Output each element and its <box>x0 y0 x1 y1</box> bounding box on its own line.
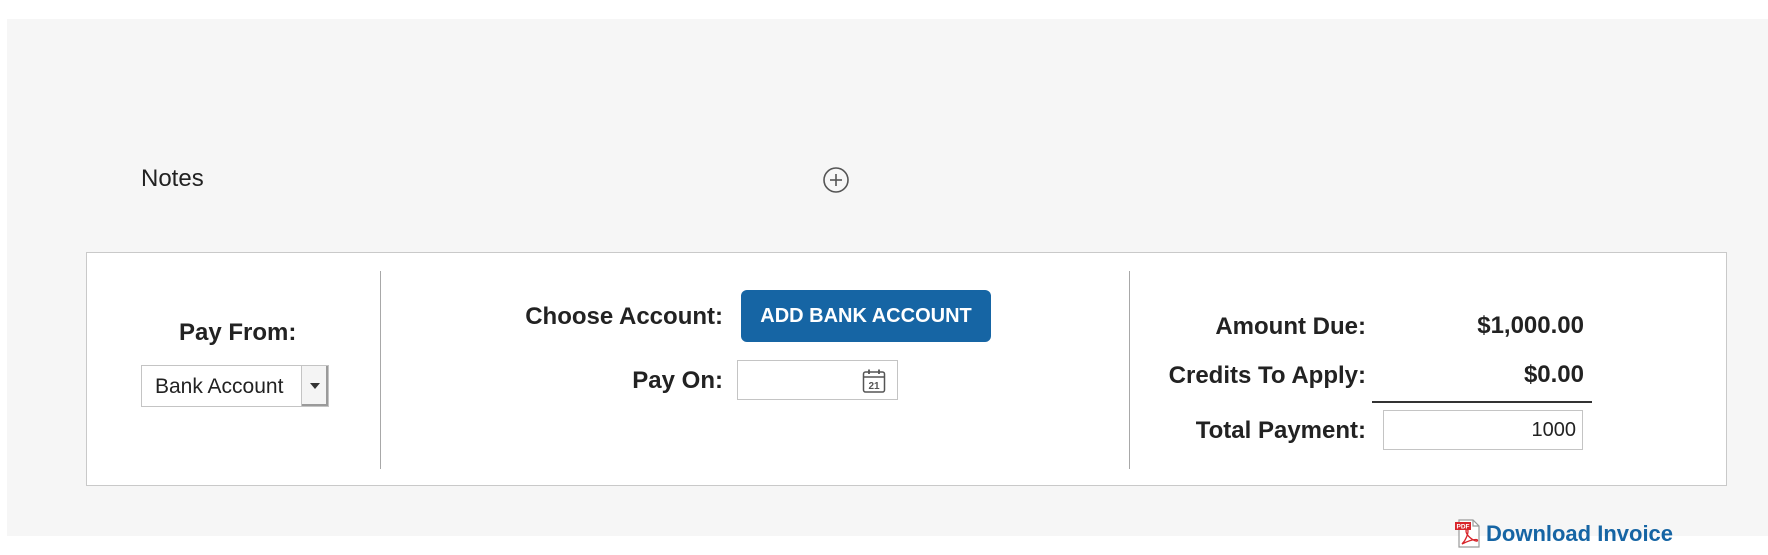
column-divider <box>380 271 381 469</box>
pay-from-select[interactable]: Bank Account <box>141 365 329 407</box>
total-payment-label: Total Payment: <box>1195 417 1366 444</box>
payment-form: Pay From: Bank Account Choose Account: A… <box>86 252 1727 486</box>
credits-to-apply-label: Credits To Apply: <box>1168 362 1366 389</box>
pay-from-selected-value: Bank Account <box>155 375 284 398</box>
pay-on-label: Pay On: <box>632 367 723 394</box>
calendar-day-text: 21 <box>868 381 880 392</box>
total-payment-input[interactable] <box>1383 410 1583 450</box>
payment-panel: Notes Pay From: Bank Account Choose Acco… <box>7 19 1768 548</box>
add-bank-account-button[interactable]: ADD BANK ACCOUNT <box>741 290 991 342</box>
calendar-icon[interactable]: 21 <box>862 368 886 394</box>
amount-due-value: $1,000.00 <box>1477 312 1584 339</box>
chevron-down-icon[interactable] <box>301 366 328 406</box>
pay-on-date-field[interactable]: 21 <box>737 360 898 400</box>
pay-from-label: Pay From: <box>179 319 297 346</box>
download-invoice-label[interactable]: Download Invoice <box>1486 521 1673 547</box>
choose-account-label: Choose Account: <box>525 303 723 330</box>
notes-label: Notes <box>141 165 204 192</box>
sum-divider <box>1372 401 1592 403</box>
column-divider <box>1129 271 1130 469</box>
add-note-icon[interactable] <box>822 166 850 194</box>
amount-due-label: Amount Due: <box>1215 313 1366 340</box>
plus-circle-icon <box>823 167 849 193</box>
download-invoice-link[interactable]: PDF Download Invoice <box>1454 518 1673 550</box>
credits-to-apply-value: $0.00 <box>1523 361 1584 388</box>
pay-on-input[interactable] <box>738 361 868 399</box>
pdf-icon: PDF <box>1454 518 1484 550</box>
